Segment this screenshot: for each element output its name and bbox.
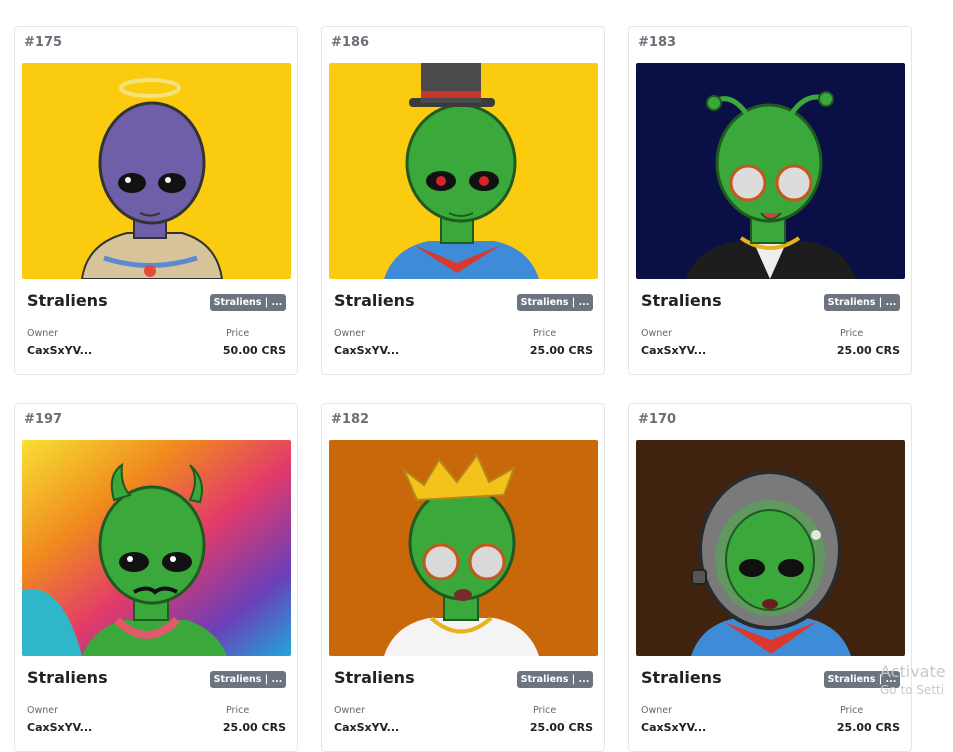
price-value: 25.00 CRS xyxy=(836,721,900,734)
nft-card-182[interactable]: #182 Straliens Straliens | ... Owner Cax… xyxy=(321,403,605,752)
collection-badge[interactable]: Straliens | ... xyxy=(210,671,286,688)
token-number: #197 xyxy=(24,412,63,427)
collection-badge[interactable]: Straliens | ... xyxy=(517,671,593,688)
nft-card-175[interactable]: #175 Straliens Straliens | ... Owner Cax… xyxy=(14,26,298,375)
nft-artwork-image[interactable] xyxy=(329,63,598,279)
token-number: #183 xyxy=(638,35,677,50)
nft-card-197[interactable]: #197 Straliens Straliens | ... Owner Cax… xyxy=(14,403,298,752)
nft-card-186[interactable]: #186 Straliens Straliens | ... Owner Cax… xyxy=(321,26,605,375)
owner-address[interactable]: CaxSxYV... xyxy=(641,721,706,734)
windows-activation-watermark: Activate Go to Setti xyxy=(880,662,946,697)
owner-address[interactable]: CaxSxYV... xyxy=(334,344,399,357)
nft-artwork-image[interactable] xyxy=(22,440,291,656)
token-number: #175 xyxy=(24,35,63,50)
owner-address[interactable]: CaxSxYV... xyxy=(641,344,706,357)
alien-crown-icon xyxy=(329,440,598,656)
token-number: #186 xyxy=(331,35,370,50)
owner-label: Owner xyxy=(27,328,59,339)
watermark-line-1: Activate xyxy=(880,662,946,681)
owner-label: Owner xyxy=(27,705,59,716)
collection-badge[interactable]: Straliens | ... xyxy=(824,294,900,311)
collection-name: Straliens xyxy=(27,291,108,310)
price-value: 25.00 CRS xyxy=(836,344,900,357)
price-label: Price xyxy=(533,705,557,716)
price-value: 25.00 CRS xyxy=(529,344,593,357)
nft-card-170[interactable]: #170 Straliens Straliens | ... Owner Cax… xyxy=(628,403,912,752)
collection-name: Straliens xyxy=(334,668,415,687)
price-label: Price xyxy=(226,328,250,339)
alien-devil-horns-icon xyxy=(22,440,291,656)
owner-label: Owner xyxy=(334,328,366,339)
owner-address[interactable]: CaxSxYV... xyxy=(27,344,92,357)
price-label: Price xyxy=(840,328,864,339)
owner-address[interactable]: CaxSxYV... xyxy=(334,721,399,734)
collection-name: Straliens xyxy=(334,291,415,310)
owner-label: Owner xyxy=(641,328,673,339)
owner-label: Owner xyxy=(334,705,366,716)
token-number: #182 xyxy=(331,412,370,427)
price-value: 25.00 CRS xyxy=(529,721,593,734)
nft-artwork-image[interactable] xyxy=(636,440,905,656)
price-value: 50.00 CRS xyxy=(222,344,286,357)
price-label: Price xyxy=(226,705,250,716)
collection-name: Straliens xyxy=(641,291,722,310)
owner-label: Owner xyxy=(641,705,673,716)
watermark-line-2: Go to Setti xyxy=(880,683,945,697)
price-label: Price xyxy=(533,328,557,339)
collection-badge[interactable]: Straliens | ... xyxy=(517,294,593,311)
alien-antennae-icon xyxy=(636,63,905,279)
price-label: Price xyxy=(840,705,864,716)
nft-card-183[interactable]: #183 Straliens Straliens | ... Owner Cax… xyxy=(628,26,912,375)
collection-name: Straliens xyxy=(27,668,108,687)
alien-halo-icon xyxy=(22,63,291,279)
collection-badge[interactable]: Straliens | ... xyxy=(210,294,286,311)
nft-artwork-image[interactable] xyxy=(636,63,905,279)
owner-address[interactable]: CaxSxYV... xyxy=(27,721,92,734)
alien-space-helmet-icon xyxy=(636,440,905,656)
collection-name: Straliens xyxy=(641,668,722,687)
nft-artwork-image[interactable] xyxy=(22,63,291,279)
price-value: 25.00 CRS xyxy=(222,721,286,734)
token-number: #170 xyxy=(638,412,677,427)
alien-top-hat-icon xyxy=(329,63,598,279)
nft-artwork-image[interactable] xyxy=(329,440,598,656)
